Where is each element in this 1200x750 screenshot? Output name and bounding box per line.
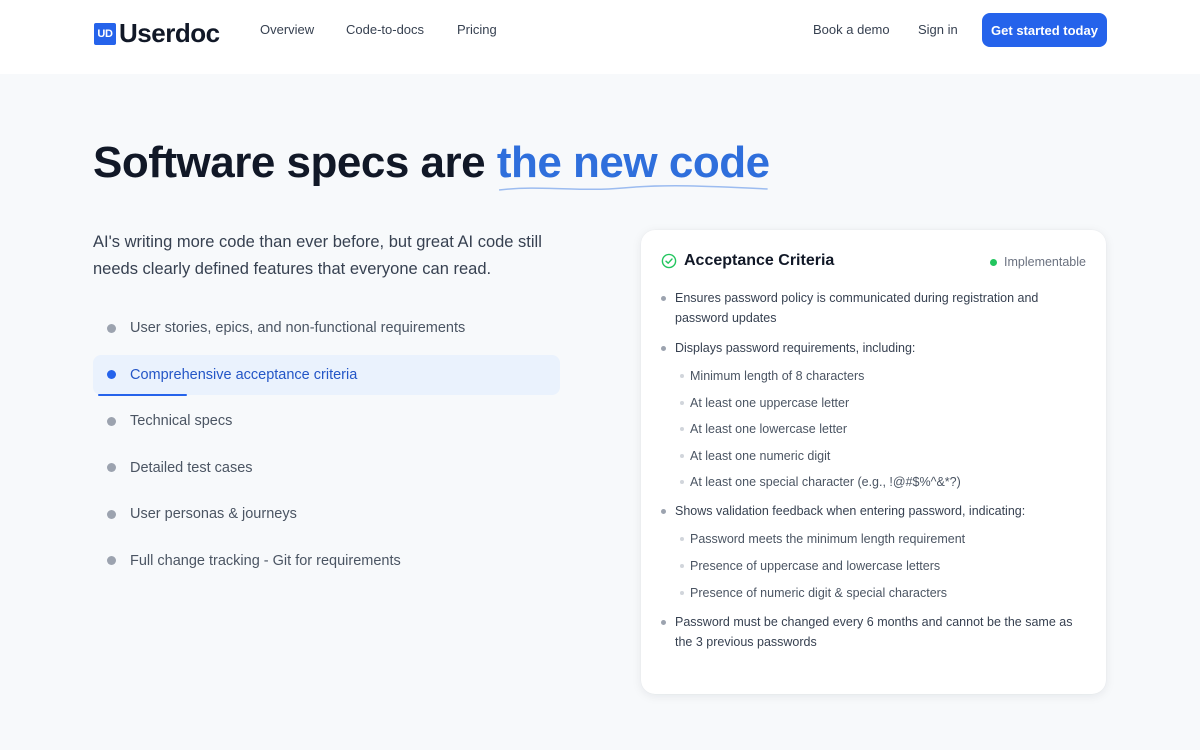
criteria-subitem: At least one uppercase letter	[661, 395, 1086, 412]
feature-label: Technical specs	[130, 413, 233, 430]
card-header: Acceptance Criteria	[661, 252, 834, 270]
criteria-subitem: At least one lowercase letter	[661, 421, 1086, 438]
feature-item[interactable]: User stories, epics, and non-functional …	[93, 308, 560, 348]
bullet-dot	[107, 509, 116, 519]
status-text: Implementable	[1004, 255, 1086, 269]
sign-in-link[interactable]: Sign in	[918, 22, 958, 37]
logo[interactable]: UD Userdoc	[94, 18, 220, 49]
criteria-item: Displays password requirements, includin…	[661, 338, 1086, 358]
nav-pricing[interactable]: Pricing	[457, 22, 497, 37]
feature-item[interactable]: Comprehensive acceptance criteria	[93, 354, 560, 396]
criteria-text: Ensures password policy is communicated …	[675, 291, 1039, 325]
title-accent-text: the new code	[496, 138, 770, 187]
bullet-dot	[107, 416, 116, 426]
criteria-sublist: Minimum length of 8 characters At least o…	[661, 368, 1086, 491]
bullet-dot	[107, 556, 116, 566]
logo-text: Userdoc	[119, 18, 220, 48]
feature-label: Comprehensive acceptance criteria	[130, 366, 358, 383]
bullet-dot	[107, 370, 116, 380]
top-navigation: UD Userdoc Overview Code-to-docs Pricing…	[0, 0, 1200, 74]
feature-label: Full change tracking - Git for requireme…	[130, 552, 401, 569]
criteria-sublist: Password meets the minimum length requir…	[661, 531, 1086, 601]
feature-label: User stories, epics, and non-functional …	[130, 320, 466, 336]
criteria-subitem: Presence of numeric digit & special char…	[661, 585, 1086, 602]
feature-item[interactable]: User personas & journeys	[93, 494, 560, 534]
criteria-text: Displays password requirements, includin…	[675, 341, 916, 355]
hero-description: AI's writing more code than ever before,…	[93, 233, 542, 278]
feature-item[interactable]: Technical specs	[93, 401, 560, 441]
squiggle-underline	[498, 185, 768, 191]
criteria-item: Ensures password policy is communicated …	[661, 288, 1086, 328]
bullet-dot	[107, 463, 116, 473]
feature-label: Detailed test cases	[130, 459, 253, 476]
acceptance-criteria-card: Acceptance Criteria Implementable Ensure…	[641, 230, 1106, 694]
feature-list: User stories, epics, and non-functional …	[93, 308, 560, 588]
status-dot	[990, 258, 997, 266]
nav-code-to-docs[interactable]: Code-to-docs	[346, 22, 424, 37]
bullet-dot	[107, 323, 116, 333]
criteria-text: Password must be changed every 6 months …	[675, 614, 1073, 649]
title-lead: Software specs are	[93, 138, 497, 187]
criteria-list: Ensures password policy is communicated …	[661, 288, 1086, 662]
criteria-subitem: At least one numeric digit	[661, 448, 1086, 465]
feature-item[interactable]: Detailed test cases	[93, 448, 560, 488]
criteria-subitem: Password meets the minimum length requir…	[661, 531, 1086, 548]
logo-mark: UD	[94, 22, 116, 45]
page-title: Software specs are the new code	[93, 138, 770, 191]
check-circle-icon	[661, 253, 677, 269]
criteria-subitem: Presence of uppercase and lowercase lett…	[661, 558, 1086, 575]
feature-label: User personas & journeys	[130, 506, 297, 523]
criteria-text: Shows validation feedback when entering …	[675, 504, 1026, 519]
get-started-button[interactable]: Get started today	[982, 13, 1107, 47]
status-badge: Implementable	[990, 255, 1086, 269]
book-demo-link[interactable]: Book a demo	[813, 22, 890, 37]
criteria-subitem: Minimum length of 8 characters	[661, 368, 1086, 385]
criteria-subitem: At least one special character (e.g., !@…	[661, 474, 1086, 491]
criteria-item: Shows validation feedback when entering …	[661, 501, 1086, 521]
progress-underline	[98, 393, 187, 396]
feature-item[interactable]: Full change tracking - Git for requireme…	[93, 541, 560, 581]
nav-overview[interactable]: Overview	[260, 22, 314, 37]
title-accent: the new code	[496, 138, 770, 191]
card-title: Acceptance Criteria	[684, 252, 835, 269]
criteria-item: Password must be changed every 6 months …	[661, 612, 1086, 652]
